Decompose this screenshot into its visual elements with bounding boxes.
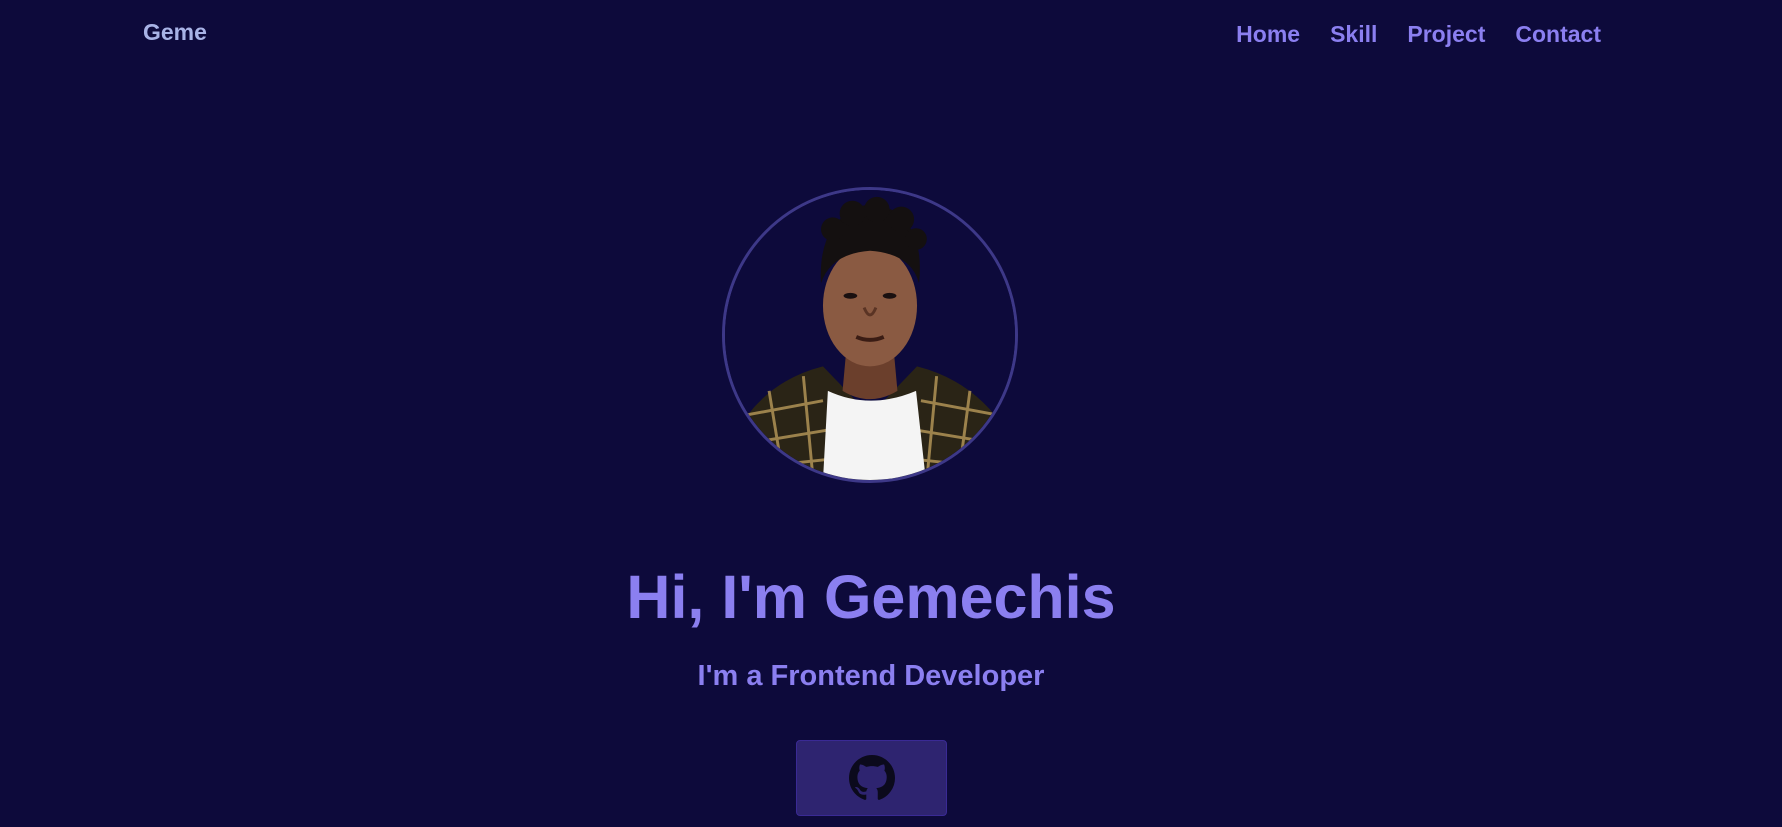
- github-icon: [848, 755, 895, 800]
- nav-link-skill[interactable]: Skill: [1330, 21, 1377, 47]
- nav-item-project: Project: [1407, 19, 1485, 49]
- avatar: [722, 187, 1018, 483]
- nav-item-contact: Contact: [1515, 19, 1601, 49]
- hero-title: Hi, I'm Gemechis: [626, 563, 1116, 631]
- nav-link-home[interactable]: Home: [1236, 21, 1300, 47]
- page: Geme Home Skill Project Contact Hi, I'm …: [0, 0, 1782, 827]
- main-nav: Home Skill Project Contact: [1236, 19, 1601, 49]
- nav-link-contact[interactable]: Contact: [1515, 21, 1601, 47]
- github-button[interactable]: [796, 740, 947, 816]
- avatar-portrait: [725, 190, 1015, 480]
- nav-item-skill: Skill: [1330, 19, 1377, 49]
- nav-item-home: Home: [1236, 19, 1300, 49]
- hero-subtitle: I'm a Frontend Developer: [697, 660, 1045, 692]
- brand-logo[interactable]: Geme: [143, 19, 207, 46]
- nav-link-project[interactable]: Project: [1407, 21, 1485, 47]
